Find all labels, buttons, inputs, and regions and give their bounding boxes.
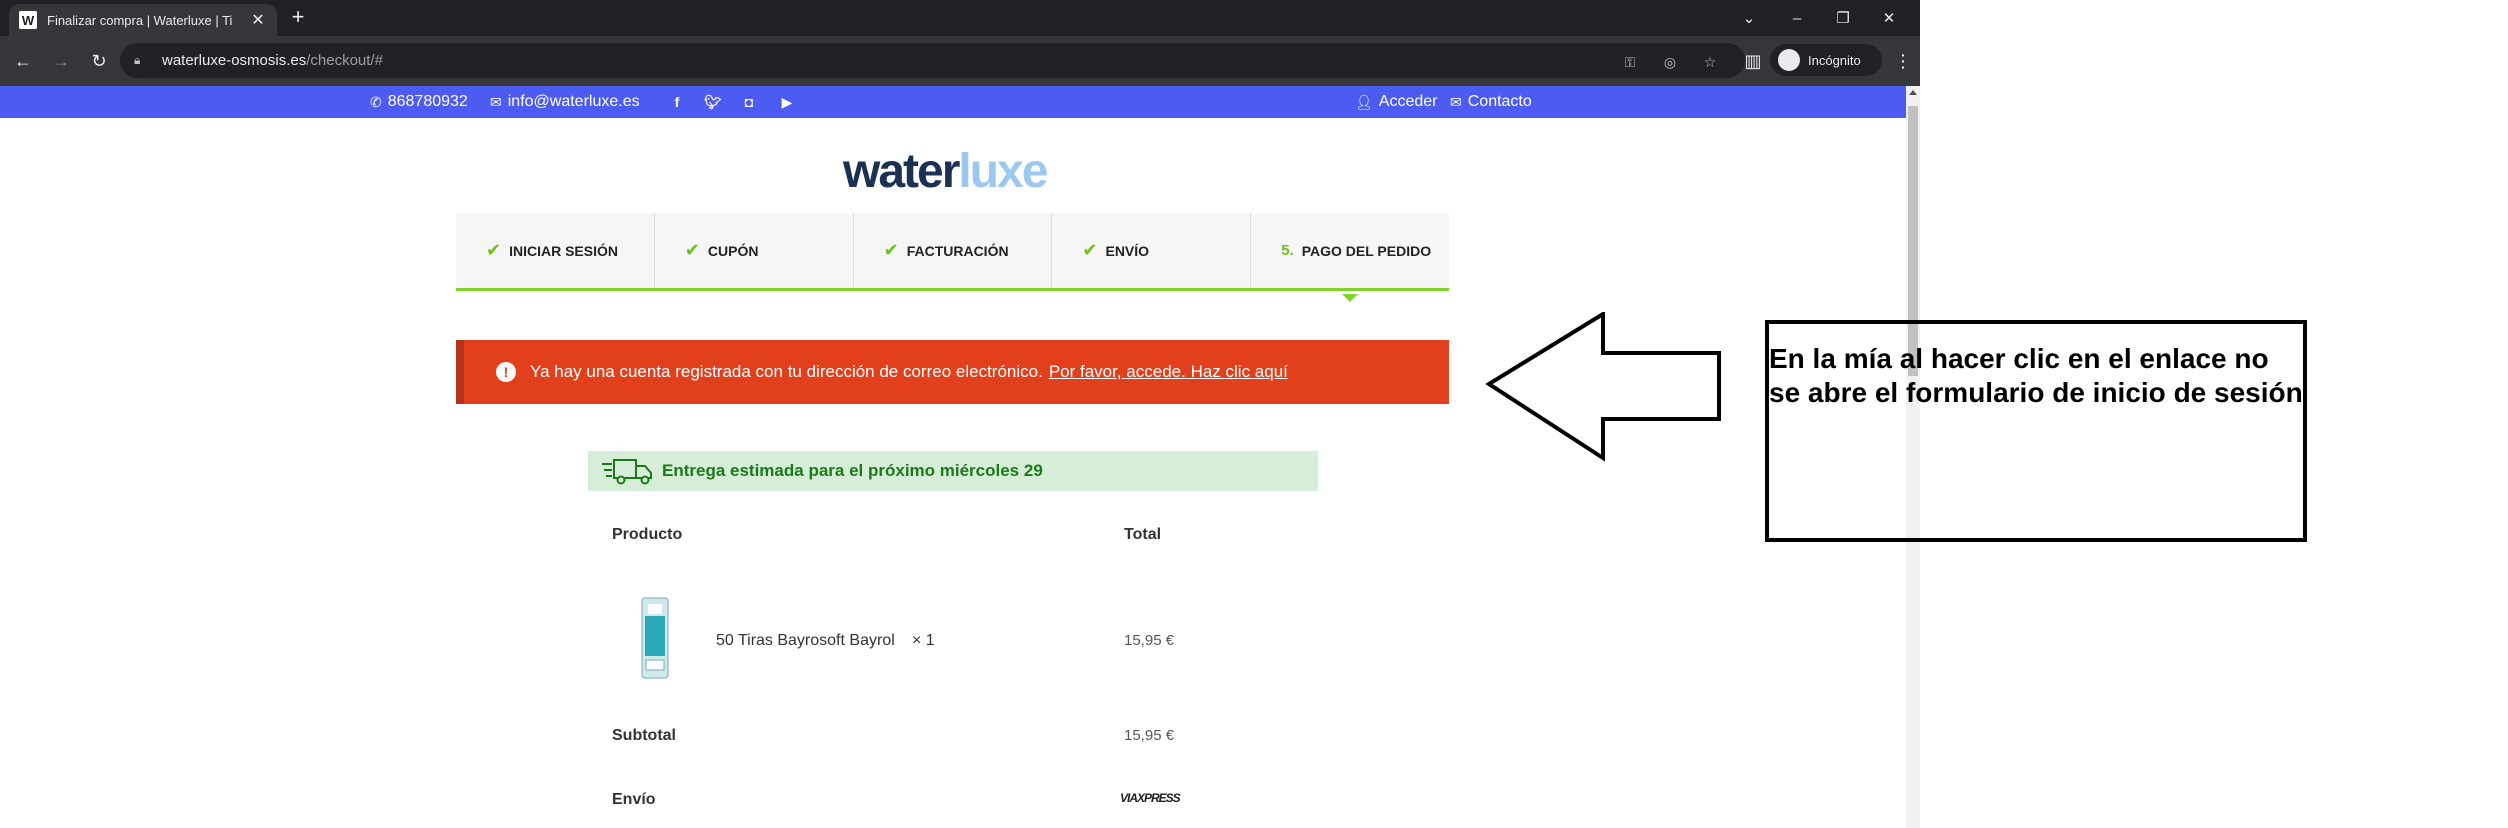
address-bar[interactable]: 🔒︎ waterluxe-osmosis.es/checkout/# ⚿ ◎ ☆ [120, 43, 1745, 78]
reload-icon[interactable]: ↻ [86, 48, 112, 74]
browser-tab[interactable]: W Finalizar compra | Waterluxe | Ti ✕ [9, 4, 277, 36]
login-label: Acceder [1378, 93, 1438, 110]
login-here-link[interactable]: Por favor, accede. Haz clic aquí [1049, 362, 1288, 382]
eye-off-icon[interactable]: ◎ [1660, 52, 1680, 72]
phone-link[interactable]: ✆ 868780932 [370, 86, 468, 118]
shipping-label: Envío [612, 791, 656, 808]
step-payment[interactable]: 5. PAGO DEL PEDIDO [1251, 213, 1449, 288]
delivery-estimate: Entrega estimada para el próximo miércol… [588, 451, 1318, 491]
menu-icon[interactable]: ⋮ [1890, 48, 1916, 74]
truck-icon [602, 459, 652, 485]
phone-number: 868780932 [387, 93, 468, 110]
twitter-icon: 🐦︎ [704, 93, 722, 110]
scroll-up-icon[interactable] [1909, 90, 1917, 95]
browser-toolbar: ← → ↻ 🔒︎ waterluxe-osmosis.es/checkout/#… [0, 36, 1920, 86]
contact-bar: ✆ 868780932 ✉ info@waterluxe.es f 🐦︎ ◘ ▶… [0, 86, 1906, 118]
product-image[interactable] [636, 596, 674, 686]
header-total: Total [1124, 526, 1162, 543]
step-login[interactable]: ✔ INICIAR SESIÓN [456, 213, 655, 288]
tab-strip: W Finalizar compra | Waterluxe | Ti ✕ + … [0, 0, 1920, 36]
star-icon[interactable]: ☆ [1700, 52, 1720, 72]
twitter-link[interactable]: 🐦︎ [704, 86, 722, 118]
item-name: 50 Tiras Bayrosoft Bayrol [716, 632, 895, 649]
subtotal-value: 15,95 € [1124, 727, 1175, 744]
step-label: ENVÍO [1105, 242, 1150, 259]
step-label: FACTURACIÓN [906, 242, 1009, 259]
carrier-logo: VIAXPRESS [1120, 791, 1181, 805]
youtube-icon: ▶ [781, 93, 793, 110]
alert-icon: ! [496, 362, 516, 382]
email-link[interactable]: ✉ info@waterluxe.es [490, 86, 640, 118]
key-icon[interactable]: ⚿ [1620, 52, 1640, 72]
logo-part-2: luxe [958, 145, 1048, 198]
alert-message: Ya hay una cuenta registrada con tu dire… [530, 362, 1043, 381]
logo-part-1: water [843, 145, 960, 198]
step-label: CUPÓN [707, 242, 759, 259]
youtube-link[interactable]: ▶ [778, 86, 796, 118]
email-address: info@waterluxe.es [507, 93, 640, 110]
lock-icon: 🔒︎ [134, 52, 141, 67]
user-icon: 👤︎ [1355, 93, 1373, 110]
tab-search-icon[interactable]: ⌄ [1726, 0, 1772, 36]
item-total: 15,95 € [1124, 632, 1175, 649]
minimize-icon[interactable]: – [1774, 0, 1820, 36]
new-tab-button[interactable]: + [286, 6, 310, 30]
check-icon: ✔ [684, 240, 700, 260]
close-window-icon[interactable]: ✕ [1866, 0, 1912, 36]
tab-title: Finalizar compra | Waterluxe | Ti [47, 12, 233, 28]
close-tab-icon[interactable]: ✕ [249, 10, 267, 30]
checkout-steps: ✔ INICIAR SESIÓN ✔ CUPÓN ✔ FACTURACIÓN ✔ ENV… [456, 213, 1449, 291]
step-shipping[interactable]: ✔ ENVÍO [1052, 213, 1252, 288]
header-product: Producto [612, 526, 683, 543]
delivery-text: Entrega estimada para el próximo miércol… [662, 461, 1043, 480]
site-logo[interactable]: waterluxe [843, 144, 1048, 199]
incognito-label: Incógnito [1808, 52, 1861, 68]
mail-icon: ✉ [490, 93, 502, 110]
favicon-icon: W [19, 11, 37, 29]
step-coupon[interactable]: ✔ CUPÓN [655, 213, 854, 288]
check-icon: ✔ [883, 240, 899, 260]
back-icon[interactable]: ← [10, 48, 36, 74]
forward-icon[interactable]: → [48, 48, 74, 74]
phone-icon: ✆ [370, 93, 382, 110]
login-link[interactable]: 👤︎ Acceder [1355, 86, 1437, 118]
url-path: /checkout/# [306, 52, 383, 69]
side-panel-icon[interactable]: ▥ [1740, 48, 1766, 74]
incognito-icon [1778, 49, 1800, 71]
annotation-arrow [1485, 312, 1721, 462]
incognito-badge[interactable]: Incógnito [1770, 44, 1882, 76]
mail-icon: ✉ [1450, 93, 1462, 110]
facebook-link[interactable]: f [668, 86, 686, 118]
contact-link[interactable]: ✉ Contacto [1450, 86, 1532, 118]
instagram-icon: ◘ [744, 94, 754, 110]
url-host: waterluxe-osmosis.es [162, 52, 307, 69]
item-quantity: × 1 [912, 632, 935, 649]
error-alert: ! Ya hay una cuenta registrada con tu di… [456, 340, 1449, 404]
step-label: PAGO DEL PEDIDO [1301, 242, 1432, 259]
facebook-icon: f [674, 94, 680, 110]
check-icon: ✔ [1082, 240, 1098, 260]
check-icon: ✔ [486, 240, 502, 260]
step-billing[interactable]: ✔ FACTURACIÓN [854, 213, 1053, 288]
restore-icon[interactable]: ❐ [1820, 0, 1866, 36]
instagram-link[interactable]: ◘ [740, 86, 758, 118]
step-label: INICIAR SESIÓN [509, 242, 618, 259]
contact-label: Contacto [1467, 93, 1532, 110]
annotation-box: En la mía al hacer clic en el enlace no … [1765, 320, 2307, 542]
active-step-pointer [1342, 294, 1358, 302]
step-number: 5. [1281, 242, 1294, 259]
subtotal-label: Subtotal [612, 727, 676, 744]
